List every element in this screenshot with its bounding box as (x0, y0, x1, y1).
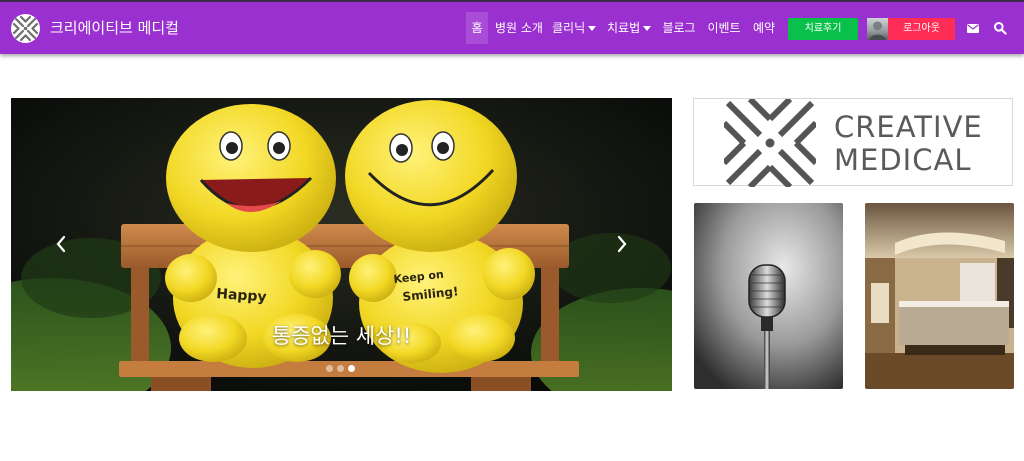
image-slider[interactable]: Happy Keep on Smiling! 통증없는 세상!! (11, 98, 672, 391)
nav-item-blog[interactable]: 블로그 (662, 12, 696, 44)
review-button[interactable]: 치료후기 (788, 18, 858, 40)
brand-logo-icon[interactable] (11, 14, 40, 43)
brand-card-line1: CREATIVE (834, 110, 983, 144)
nav-item-reservation[interactable]: 예약 (752, 12, 776, 44)
chevron-left-icon[interactable] (55, 235, 67, 253)
nav-item-about[interactable]: 병원 소개 (494, 12, 544, 44)
nav-item-label: 블로그 (662, 21, 696, 35)
microphone-image (694, 203, 843, 389)
thumbnail-microphone[interactable] (694, 203, 843, 389)
nav-item-home[interactable]: 홈 (466, 12, 488, 44)
nav-item-label: 예약 (752, 21, 776, 35)
slider-dot-3[interactable] (348, 365, 355, 372)
navbar: 크리에이티브 메디컬 홈 병원 소개 클리닉 치료법 블로그 이벤트 예약 치료… (0, 0, 1024, 54)
slide-caption: 통증없는 세상!! (271, 324, 412, 348)
envelope-icon[interactable] (966, 21, 980, 35)
nav-item-clinic[interactable]: 클리닉 (552, 12, 597, 44)
slider-dot-1[interactable] (326, 365, 333, 372)
avatar[interactable] (867, 18, 888, 40)
search-icon[interactable] (993, 21, 1007, 35)
nav-item-label: 병원 소개 (495, 21, 543, 35)
creative-medical-banner[interactable]: CREATIVE MEDICAL (693, 98, 1013, 187)
brand-card-line2: MEDICAL (834, 143, 972, 177)
chevron-right-icon[interactable] (616, 235, 628, 253)
nav-item-label: 이벤트 (707, 21, 741, 35)
caret-down-icon (588, 26, 597, 31)
nav-item-label: 홈 (471, 21, 483, 35)
nav-item-event[interactable]: 이벤트 (707, 12, 741, 44)
slider-dot-2[interactable] (337, 365, 344, 372)
nav-item-label: 치료법 (607, 21, 641, 35)
nav-item-label: 클리닉 (552, 21, 586, 35)
nav-item-treatment[interactable]: 치료법 (607, 12, 652, 44)
creative-medical-logo-icon (724, 99, 816, 187)
logout-button[interactable]: 로그아웃 (888, 18, 955, 40)
clinic-reception-image (865, 203, 1014, 389)
thumbnail-clinic-reception[interactable] (865, 203, 1014, 389)
caret-down-icon (643, 26, 652, 31)
brand-title[interactable]: 크리에이티브 메디컬 (50, 16, 179, 40)
